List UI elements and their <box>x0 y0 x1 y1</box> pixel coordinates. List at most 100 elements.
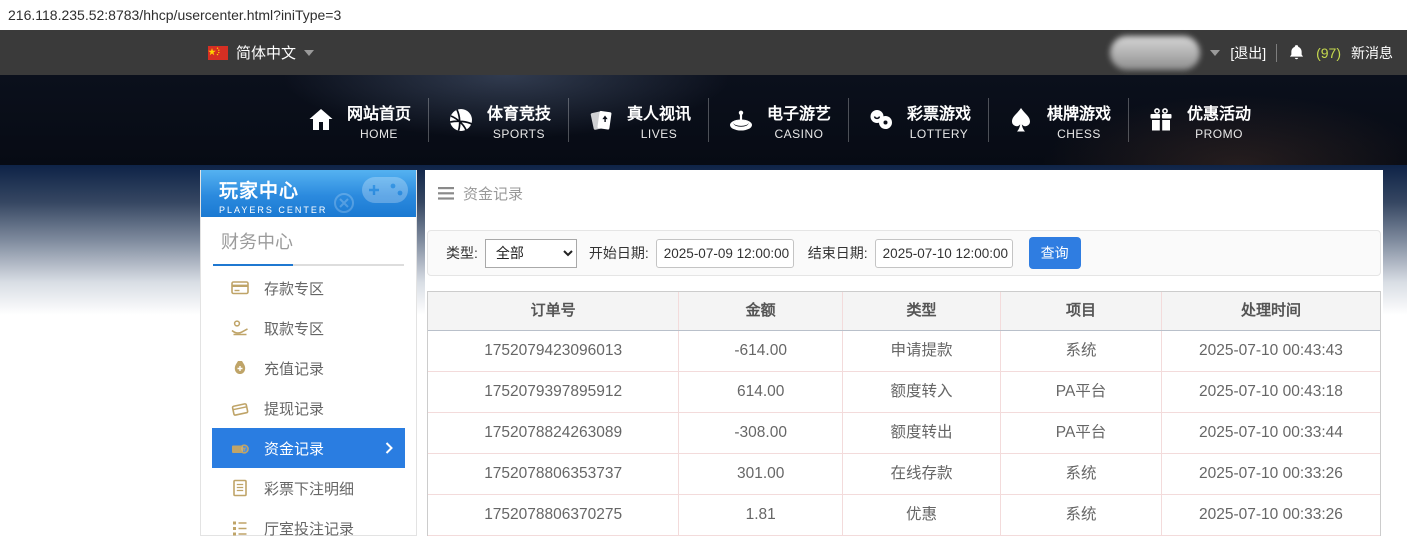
table-row: 1752078806370275 1.81 优惠 系统 2025-07-10 0… <box>428 495 1380 536</box>
table-row: 1752079423096013 -614.00 申请提款 系统 2025-07… <box>428 331 1380 372</box>
hamburger-icon[interactable] <box>438 186 454 200</box>
chevron-right-icon <box>385 442 393 454</box>
type-select[interactable]: 全部 <box>484 238 577 268</box>
user-caret-icon <box>1210 49 1221 56</box>
nav-item-chess[interactable]: 棋牌游戏 CHESS <box>1006 100 1111 141</box>
cell-project: 系统 <box>1001 495 1162 535</box>
cell-order-no: 1752079397895912 <box>428 372 680 412</box>
cell-time: 2025-07-10 00:33:26 <box>1198 465 1343 482</box>
cell-type: 申请提款 <box>843 331 1002 371</box>
cell-order-no: 1752078806370275 <box>428 495 680 535</box>
cell-project: PA平台 <box>1001 413 1162 453</box>
username-blurred[interactable] <box>1110 35 1201 70</box>
nav-label-en: CHESS <box>1057 126 1101 141</box>
list-icon <box>233 521 247 536</box>
nav-label-en: HOME <box>359 126 398 141</box>
nav-item-casino[interactable]: 电子游艺 CASINO <box>726 100 831 141</box>
nav-divider <box>427 98 429 142</box>
sidebar-header: 玩家中心 PLAYERS CENTER <box>201 170 416 217</box>
col-header-project: 项目 <box>1001 292 1162 330</box>
language-label[interactable]: 简体中文 <box>236 42 296 63</box>
cell-type: 额度转出 <box>843 413 1002 453</box>
cell-time: 2025-07-10 00:33:44 <box>1198 424 1343 441</box>
sidebar-item-label: 彩票下注明细 <box>264 480 355 498</box>
cell-order-no: 1752078806353737 <box>428 454 680 494</box>
sidebar-item-label: 存款专区 <box>264 280 325 298</box>
cell-time: 2025-07-10 00:33:26 <box>1198 506 1343 523</box>
cell-amount: 614.00 <box>679 372 844 412</box>
nav-item-lottery[interactable]: 彩票游戏 LOTTERY <box>866 100 971 141</box>
nav-label-zh: 优惠活动 <box>1187 105 1252 123</box>
logout-button[interactable]: [退出] <box>1230 43 1266 63</box>
sidebar-item-deposit[interactable]: 存款专区 <box>212 268 405 308</box>
sidebar-item-funds-record[interactable]: 资金记录 <box>212 428 405 468</box>
nav-label-zh: 电子游艺 <box>766 105 831 123</box>
cell-type: 额度转入 <box>843 372 1002 412</box>
cell-type: 在线存款 <box>843 454 1002 494</box>
main-content: 资金记录 类型: 全部 开始日期: 结束日期: 查询 订单号 金额 类型 项目 … <box>425 170 1383 536</box>
cell-amount: 301.00 <box>679 454 844 494</box>
sidebar-item-room-bets[interactable]: 厅室投注记录 <box>212 508 405 536</box>
cell-time: 2025-07-10 00:43:18 <box>1198 383 1343 400</box>
roulette-icon <box>729 110 752 131</box>
breadcrumb: 资金记录 <box>425 170 1383 216</box>
gamepad-icon <box>334 177 408 213</box>
bell-icon[interactable] <box>1287 43 1306 63</box>
cell-time: 2025-07-10 00:43:43 <box>1198 342 1343 359</box>
end-date-label: 结束日期: <box>807 245 868 261</box>
type-label: 类型: <box>446 245 478 261</box>
cell-amount: -308.00 <box>679 413 844 453</box>
nav-divider <box>848 98 849 142</box>
start-date-input[interactable] <box>655 238 794 268</box>
nav-divider <box>1128 98 1130 142</box>
url-text[interactable]: 216.118.235.52:8783/hhcp/usercenter.html… <box>8 7 341 23</box>
topbar-divider <box>1276 43 1278 62</box>
cell-project: 系统 <box>1001 331 1162 371</box>
nav-item-home[interactable]: 网站首页 HOME <box>306 100 411 141</box>
col-header-time: 处理时间 <box>1240 302 1301 319</box>
nav-label-en: PROMO <box>1195 126 1243 141</box>
table-row: 1752078824263089 -308.00 额度转出 PA平台 2025-… <box>428 413 1380 454</box>
nav-label-zh: 网站首页 <box>346 105 411 123</box>
sidebar-item-recharge-record[interactable]: 充值记录 <box>212 348 405 388</box>
spade-icon <box>1012 108 1031 132</box>
table-header-row: 订单号 金额 类型 项目 处理时间 <box>428 292 1380 331</box>
page: 216.118.235.52:8783/hhcp/usercenter.html… <box>0 0 1407 536</box>
url-bar[interactable]: 216.118.235.52:8783/hhcp/usercenter.html… <box>0 0 1407 30</box>
main-nav: 网站首页 HOME 体育竞技 SPORTS 真人视讯 LIVES 电子游艺 CA… <box>0 75 1407 165</box>
nav-item-lives[interactable]: 真人视讯 LIVES <box>586 100 691 141</box>
sidebar-item-label: 资金记录 <box>264 440 325 458</box>
message-count[interactable]: (97) <box>1316 45 1341 61</box>
nav-divider <box>567 98 569 142</box>
sidebar-section: 财务中心 <box>201 217 416 266</box>
nav-item-promo[interactable]: 优惠活动 PROMO <box>1146 100 1251 141</box>
cell-project: PA平台 <box>1001 372 1162 412</box>
table-row: 1752078806353737 301.00 在线存款 系统 2025-07-… <box>428 454 1380 495</box>
nav-label-zh: 体育竞技 <box>486 105 551 123</box>
china-flag-icon <box>208 45 228 60</box>
end-date-input[interactable] <box>874 238 1013 268</box>
table-row: 1752079397895912 614.00 额度转入 PA平台 2025-0… <box>428 372 1380 413</box>
nav-label-en: LIVES <box>640 126 678 141</box>
message-label[interactable]: 新消息 <box>1351 43 1393 63</box>
moneybag-icon <box>234 361 246 374</box>
col-header-type: 类型 <box>843 292 1002 330</box>
sidebar-item-withdraw[interactable]: 取款专区 <box>212 308 405 348</box>
nav-label-zh: 棋牌游戏 <box>1047 105 1112 123</box>
sidebar-item-label: 厅室投注记录 <box>264 520 355 536</box>
sidebar-item-lottery-bets[interactable]: 彩票下注明细 <box>212 468 405 508</box>
basketball-icon <box>449 109 473 131</box>
section-title: 财务中心 <box>221 232 293 252</box>
document-icon <box>233 479 247 497</box>
nav-item-sports[interactable]: 体育竞技 SPORTS <box>446 100 551 141</box>
funds-table: 订单号 金额 类型 项目 处理时间 1752079423096013 -614.… <box>427 291 1381 536</box>
gift-icon <box>1150 108 1172 131</box>
cell-order-no: 1752079423096013 <box>428 331 680 371</box>
funds-icon <box>232 444 249 454</box>
nav-label-en: CASINO <box>774 126 824 141</box>
home-icon <box>309 109 333 130</box>
query-button[interactable]: 查询 <box>1028 237 1081 269</box>
account-topbar: 简体中文 [退出] (97) 新消息 <box>0 30 1407 75</box>
sidebar-item-withdraw-record[interactable]: 提现记录 <box>212 388 405 428</box>
language-selector[interactable]: 简体中文 <box>208 42 315 63</box>
